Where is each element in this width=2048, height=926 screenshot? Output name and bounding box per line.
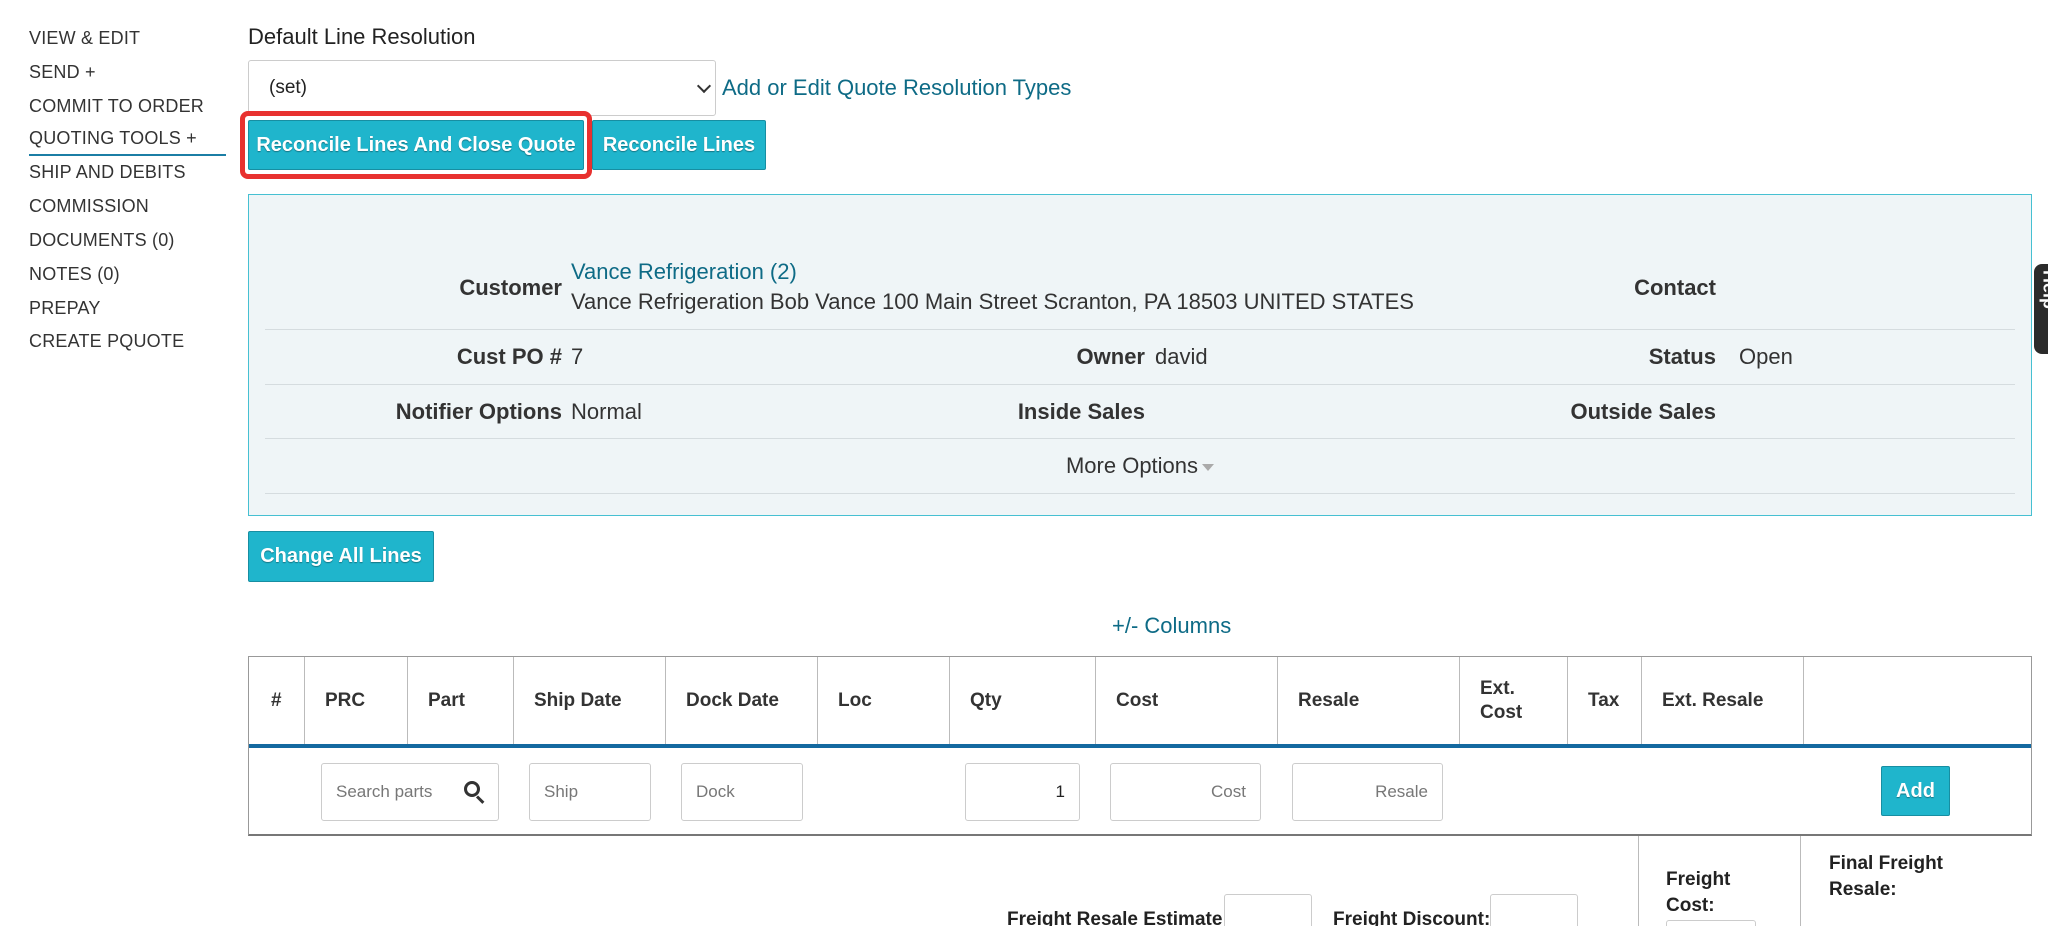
add-line-button[interactable]: Add: [1881, 766, 1950, 816]
outside-sales-label: Outside Sales: [1570, 399, 1716, 424]
status-value: Open: [1739, 344, 1793, 369]
ext-cost-line-1: Ext.: [1480, 677, 1515, 699]
sidebar-item-commit-to-order[interactable]: COMMIT TO ORDER: [29, 90, 229, 124]
col-header-dock-date: Dock Date: [666, 657, 818, 744]
info-row-notifier: Notifier Options Normal Inside Sales Out…: [265, 385, 2015, 439]
col-header-ship-date: Ship Date: [514, 657, 666, 744]
col-header-cost: Cost: [1096, 657, 1278, 744]
dock-date-placeholder: Dock: [696, 782, 735, 801]
col-header-qty: Qty: [950, 657, 1096, 744]
ship-date-input[interactable]: Ship: [529, 763, 651, 821]
sidebar-item-quoting-tools[interactable]: QUOTING TOOLS +: [29, 123, 226, 157]
caret-down-icon: [1202, 463, 1215, 471]
freight-resale-estimate-input[interactable]: [1224, 894, 1312, 926]
edit-resolution-types-link[interactable]: Add or Edit Quote Resolution Types: [722, 75, 1071, 101]
freight-resale-estimate-label: Freight Resale Estimate:: [1007, 909, 1229, 926]
chevron-down-icon: [696, 78, 712, 94]
dock-date-input[interactable]: Dock: [681, 763, 803, 821]
notifier-value: Normal: [571, 399, 642, 424]
customer-label: Customer: [459, 275, 562, 300]
ext-cost-line-2: Cost: [1480, 701, 1523, 723]
search-icon[interactable]: [464, 781, 485, 804]
sidebar-item-view-edit[interactable]: VIEW & EDIT: [29, 22, 229, 56]
resale-input[interactable]: Resale: [1292, 763, 1443, 821]
col-header-num: #: [249, 657, 305, 744]
search-parts-input[interactable]: Search parts: [321, 763, 499, 821]
final-freight-label-line-1: Final Freight: [1829, 853, 1943, 874]
cost-placeholder: Cost: [1211, 782, 1246, 801]
resolution-select[interactable]: (set): [248, 60, 716, 116]
col-header-tax: Tax: [1568, 657, 1642, 744]
sidebar-item-documents[interactable]: DOCUMENTS (0): [29, 224, 229, 258]
more-options-toggle[interactable]: More Options: [265, 453, 2015, 479]
freight-cost-label-line-1: Freight: [1666, 869, 1731, 890]
contact-label: Contact: [1634, 275, 1716, 300]
inside-sales-label: Inside Sales: [1017, 399, 1145, 424]
sidebar-nav: VIEW & EDIT SEND + COMMIT TO ORDER QUOTI…: [29, 22, 229, 359]
owner-value: david: [1155, 344, 1208, 369]
cost-input[interactable]: Cost: [1110, 763, 1261, 821]
col-header-prc: PRC: [305, 657, 408, 744]
notifier-label: Notifier Options: [395, 399, 562, 424]
ship-date-placeholder: Ship: [544, 782, 579, 801]
sidebar-item-ship-and-debits[interactable]: SHIP AND DEBITS: [29, 156, 229, 190]
owner-label: Owner: [1076, 344, 1145, 369]
freight-discount-input[interactable]: [1490, 894, 1578, 926]
quote-info-panel: Customer Vance Refrigeration (2) Vance R…: [248, 194, 2032, 516]
sidebar-item-send[interactable]: SEND +: [29, 56, 229, 90]
sidebar-item-create-pquote[interactable]: CREATE PQUOTE: [29, 325, 229, 359]
info-row-customer: Customer Vance Refrigeration (2) Vance R…: [265, 195, 2015, 330]
freight-cost-label-line-2: Cost:: [1666, 895, 1715, 916]
info-row-po: Cust PO # 7 Owner david Status Open: [265, 330, 2015, 385]
search-parts-placeholder: Search parts: [336, 782, 433, 801]
info-row-more: More Options: [265, 439, 2015, 494]
col-header-loc: Loc: [818, 657, 950, 744]
col-header-resale: Resale: [1278, 657, 1460, 744]
more-options-label: More Options: [1065, 453, 1199, 478]
freight-cost-label: Freight Cost:: [1666, 867, 1730, 919]
col-header-part: Part: [408, 657, 514, 744]
help-tab[interactable]: Help: [2034, 264, 2048, 354]
customer-link[interactable]: Vance Refrigeration (2): [571, 259, 797, 285]
qty-value: 1: [1055, 782, 1065, 801]
status-label: Status: [1648, 344, 1716, 369]
freight-discount-label: Freight Discount:: [1333, 909, 1491, 926]
freight-summary: Freight Cost: Final Freight Resale:: [1638, 836, 2032, 926]
sidebar-item-prepay[interactable]: PREPAY: [29, 292, 229, 326]
sidebar-item-commission[interactable]: COMMISSION: [29, 190, 229, 224]
qty-input[interactable]: 1: [965, 763, 1080, 821]
resale-placeholder: Resale: [1375, 782, 1428, 801]
customer-address: Vance Refrigeration Bob Vance 100 Main S…: [571, 289, 1414, 314]
freight-cost-input[interactable]: [1666, 920, 1756, 926]
reconcile-lines-button[interactable]: Reconcile Lines: [592, 120, 766, 170]
resolution-select-value: (set): [269, 77, 307, 98]
cust-po-label: Cust PO #: [456, 344, 562, 369]
cust-po-value: 7: [571, 344, 584, 369]
col-header-actions: [1804, 657, 2032, 744]
change-all-lines-button[interactable]: Change All Lines: [248, 531, 434, 582]
freight-divider: [1800, 836, 1801, 926]
final-freight-resale-label: Final Freight Resale:: [1829, 851, 1943, 903]
toggle-columns-link[interactable]: +/- Columns: [1112, 613, 1231, 639]
col-header-ext-resale: Ext. Resale: [1642, 657, 1804, 744]
reconcile-close-button[interactable]: Reconcile Lines And Close Quote: [248, 120, 584, 170]
resolution-label: Default Line Resolution: [248, 24, 476, 49]
final-freight-label-line-2: Resale:: [1829, 879, 1897, 900]
sidebar-item-notes[interactable]: NOTES (0): [29, 258, 229, 292]
col-header-ext-cost: Ext. Cost: [1460, 657, 1568, 744]
table-header: # PRC Part Ship Date Dock Date Loc Qty C…: [249, 657, 2031, 748]
